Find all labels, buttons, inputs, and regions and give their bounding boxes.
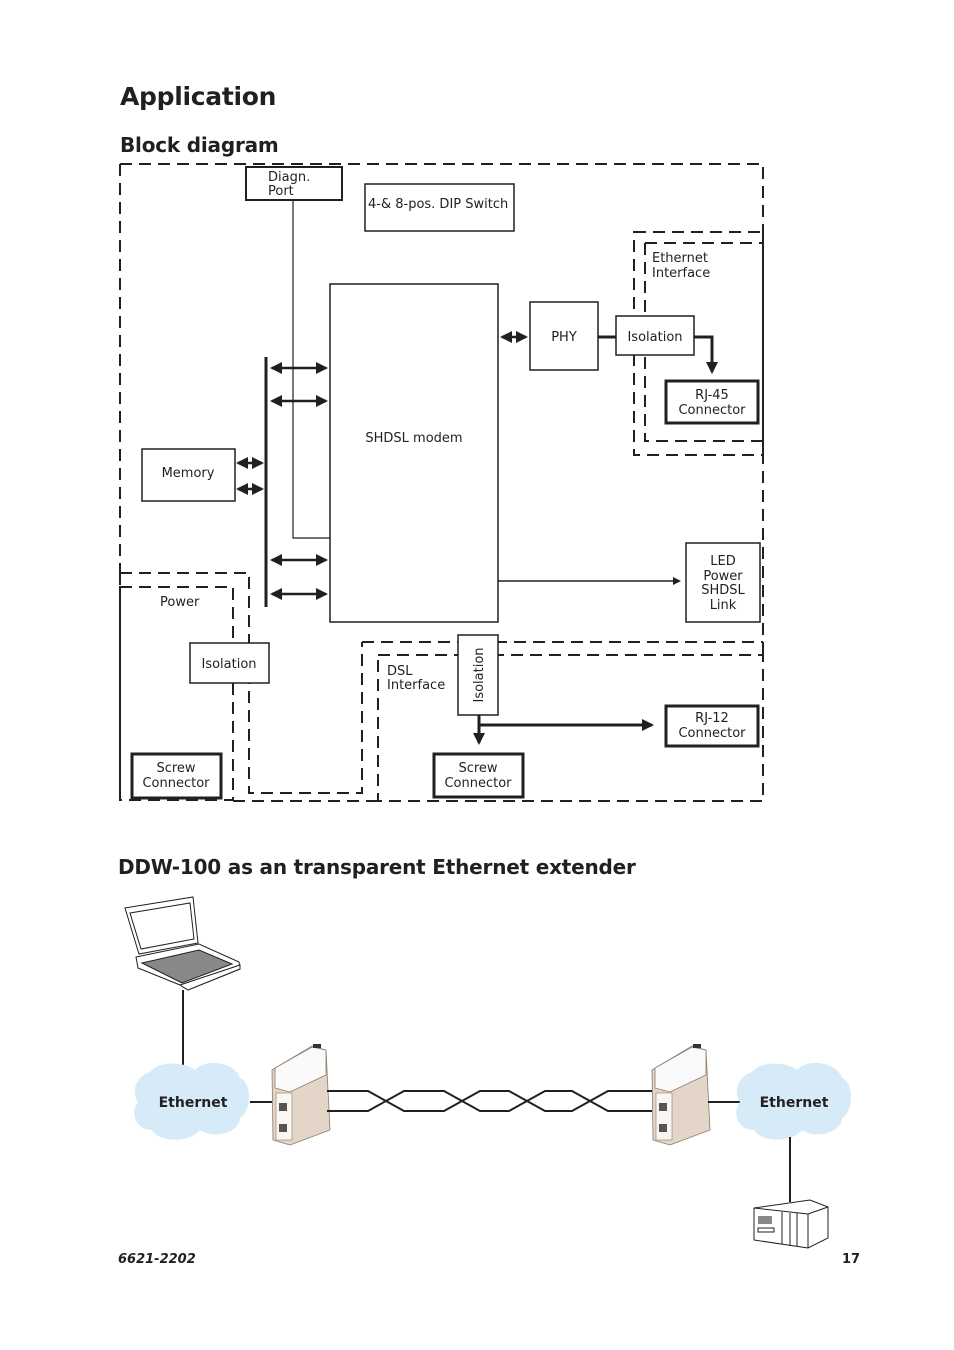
ethernet-cloud-right: Ethernet [736,1063,851,1140]
ddw100-device-left [271,1044,331,1146]
network-diagram: Ethernet Ethernet [124,896,851,1249]
ddw100-device-right [651,1044,711,1146]
page-number: 17 [842,1252,861,1267]
twisted-pair-line [327,1090,652,1112]
svg-text:Ethernet: Ethernet [159,1095,228,1111]
document-number: 6621-2202 [118,1252,196,1267]
plc-icon [753,1199,829,1249]
svg-text:Ethernet: Ethernet [760,1095,829,1111]
laptop-icon [124,896,241,991]
ethernet-cloud-left: Ethernet [134,1063,249,1140]
